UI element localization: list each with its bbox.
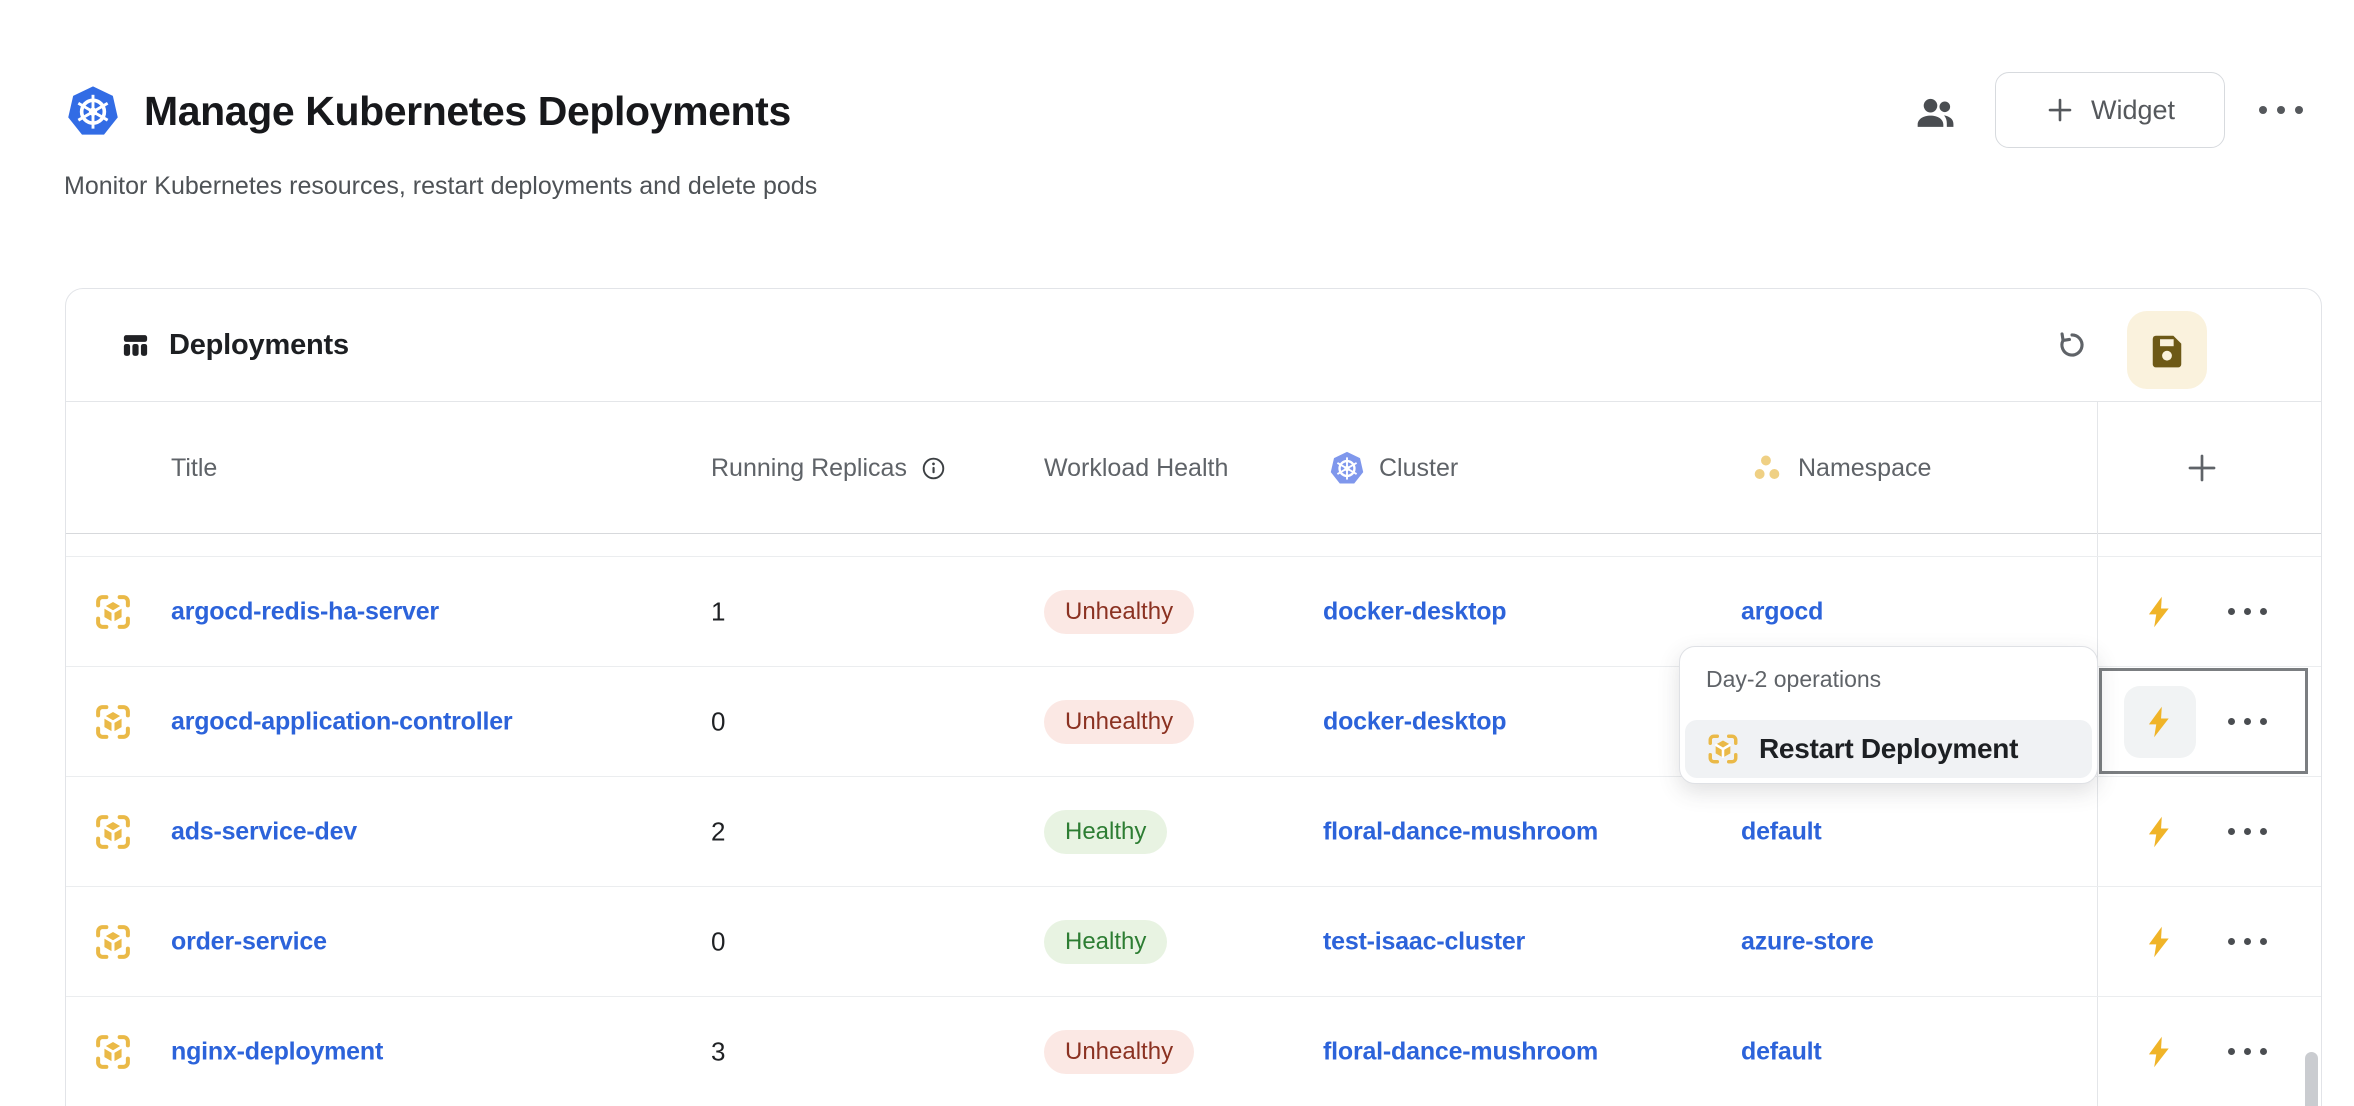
replicas-value: 1	[711, 596, 725, 627]
row-menu-button[interactable]	[2215, 920, 2279, 964]
add-widget-label: Widget	[2091, 95, 2175, 126]
table-body: argocd-redis-ha-server 1 Unhealthy docke…	[66, 534, 2321, 1106]
app-screen: Manage Kubernetes Deployments Monitor Ku…	[0, 0, 2354, 1106]
cluster-link[interactable]: docker-desktop	[1323, 597, 1506, 626]
cluster-link[interactable]: docker-desktop	[1323, 707, 1506, 736]
quick-action-bolt-button[interactable]	[2124, 906, 2196, 978]
column-header-cluster[interactable]: Cluster	[1328, 402, 1458, 534]
namespace-dots-icon	[1749, 450, 1785, 486]
page-subtitle: Monitor Kubernetes resources, restart de…	[64, 172, 817, 201]
card-header: Deployments	[66, 289, 2321, 402]
namespace-link[interactable]: default	[1741, 817, 1822, 846]
row-menu-button[interactable]	[2215, 1030, 2279, 1074]
replicas-value: 0	[711, 926, 725, 957]
health-badge: Unhealthy	[1044, 1030, 1194, 1074]
save-button[interactable]	[2127, 311, 2207, 389]
deployment-cube-icon	[92, 1031, 134, 1073]
kubernetes-logo-icon	[64, 82, 122, 140]
kubernetes-cluster-icon	[1328, 449, 1366, 487]
ellipsis-icon	[2228, 828, 2235, 835]
plus-icon	[2185, 451, 2219, 485]
ellipsis-icon	[2228, 1048, 2235, 1055]
add-column-button[interactable]	[2172, 438, 2232, 498]
row-menu-button[interactable]	[2215, 700, 2279, 744]
day2-operations-popup: Day-2 operations Restart Deployment	[1679, 646, 2098, 784]
ellipsis-icon	[2228, 938, 2235, 945]
health-badge: Healthy	[1044, 920, 1167, 964]
share-people-button[interactable]	[1911, 89, 1961, 139]
column-header-health[interactable]: Workload Health	[1044, 402, 1228, 534]
lightning-bolt-icon	[2142, 704, 2178, 740]
namespace-link[interactable]: azure-store	[1741, 927, 1874, 956]
table-row: order-service 0 Healthy test-isaac-clust…	[66, 887, 2321, 997]
row-menu-button[interactable]	[2215, 810, 2279, 854]
page-more-menu-button[interactable]	[2248, 88, 2314, 132]
namespace-link[interactable]: default	[1741, 1037, 1822, 1066]
health-badge: Unhealthy	[1044, 590, 1194, 634]
deployment-title-link[interactable]: argocd-application-controller	[171, 707, 512, 736]
plus-icon	[2045, 95, 2075, 125]
add-widget-button[interactable]: Widget	[1995, 72, 2225, 148]
health-badge: Healthy	[1044, 810, 1167, 854]
restart-deployment-label: Restart Deployment	[1759, 733, 2018, 765]
deployment-title-link[interactable]: argocd-redis-ha-server	[171, 597, 439, 626]
cluster-link[interactable]: floral-dance-mushroom	[1323, 817, 1598, 846]
quick-action-bolt-button[interactable]	[2124, 796, 2196, 868]
table-row: ads-service-dev 2 Healthy floral-dance-m…	[66, 777, 2321, 887]
column-header-namespace[interactable]: Namespace	[1749, 402, 1931, 534]
table-columns-icon	[120, 330, 151, 361]
lightning-bolt-icon	[2142, 924, 2178, 960]
ellipsis-icon	[2228, 718, 2235, 725]
undo-icon	[2055, 328, 2089, 362]
table-row: nginx-deployment 3 Unhealthy floral-danc…	[66, 997, 2321, 1106]
restart-deployment-menu-item[interactable]: Restart Deployment	[1685, 720, 2092, 778]
cluster-link[interactable]: test-isaac-cluster	[1323, 927, 1525, 956]
deployment-title-link[interactable]: nginx-deployment	[171, 1037, 383, 1066]
cluster-link[interactable]: floral-dance-mushroom	[1323, 1037, 1598, 1066]
people-icon	[1914, 91, 1958, 135]
ellipsis-icon	[2259, 106, 2267, 114]
lightning-bolt-icon	[2142, 1034, 2178, 1070]
deployment-cube-icon	[92, 921, 134, 963]
health-badge: Unhealthy	[1044, 700, 1194, 744]
deployment-cube-icon	[1705, 731, 1741, 767]
vertical-scrollbar-thumb[interactable]	[2305, 1052, 2318, 1106]
info-icon[interactable]	[920, 455, 947, 482]
page-title: Manage Kubernetes Deployments	[144, 88, 791, 135]
table-header-row: Title Running Replicas Workload Health C…	[66, 402, 2321, 534]
deployment-title-link[interactable]: ads-service-dev	[171, 817, 357, 846]
deployment-cube-icon	[92, 591, 134, 633]
lightning-bolt-icon	[2142, 814, 2178, 850]
column-header-replicas[interactable]: Running Replicas	[711, 402, 947, 534]
quick-action-bolt-button[interactable]	[2124, 576, 2196, 648]
popup-section-label: Day-2 operations	[1706, 666, 1881, 693]
partial-row-sliver	[66, 534, 2321, 557]
column-header-title[interactable]: Title	[171, 402, 217, 534]
deployment-cube-icon	[92, 811, 134, 853]
namespace-link[interactable]: argocd	[1741, 597, 1823, 626]
quick-action-bolt-button[interactable]	[2124, 686, 2196, 758]
replicas-value: 2	[711, 816, 725, 847]
page-header: Manage Kubernetes Deployments Monitor Ku…	[0, 0, 2354, 288]
deployment-title-link[interactable]: order-service	[171, 927, 327, 956]
card-title: Deployments	[169, 329, 349, 362]
replicas-value: 0	[711, 706, 725, 737]
deployment-cube-icon	[92, 701, 134, 743]
lightning-bolt-icon	[2142, 594, 2178, 630]
quick-action-bolt-button[interactable]	[2124, 1016, 2196, 1088]
undo-button[interactable]	[2044, 317, 2100, 373]
replicas-value: 3	[711, 1036, 725, 1067]
save-icon	[2148, 331, 2186, 369]
ellipsis-icon	[2228, 608, 2235, 615]
row-menu-button[interactable]	[2215, 590, 2279, 634]
